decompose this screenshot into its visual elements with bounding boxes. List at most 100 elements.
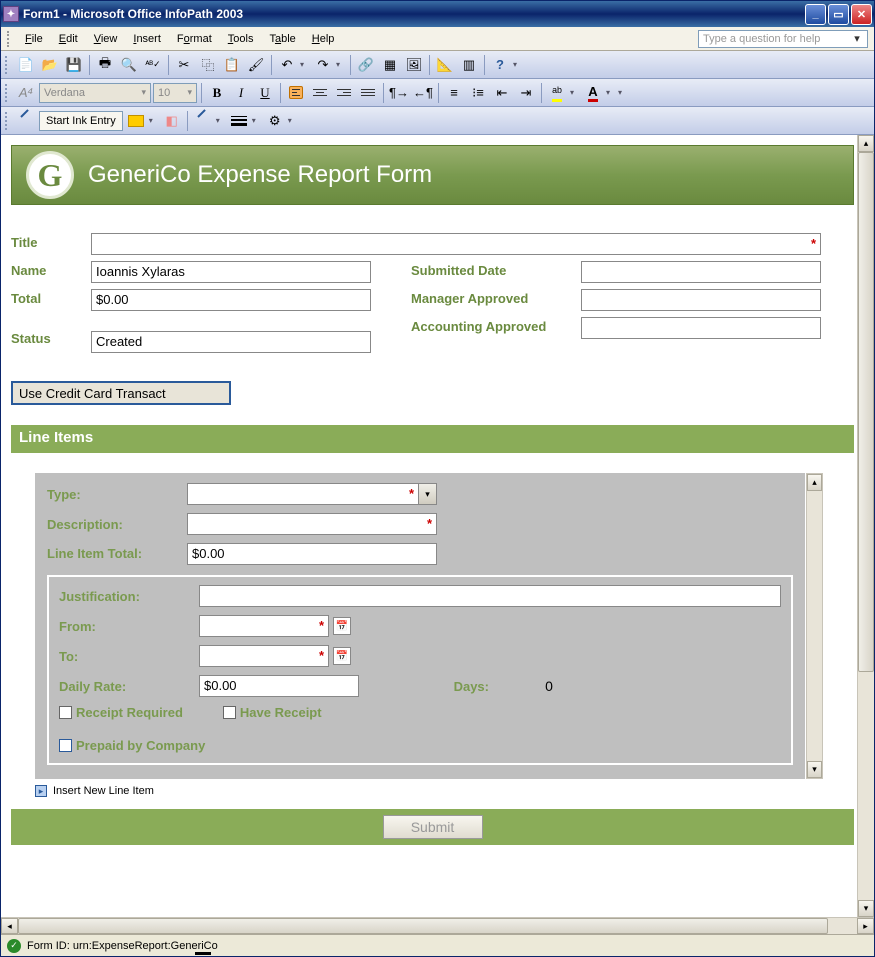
eraser-icon[interactable]: ◧ <box>161 110 183 132</box>
print-icon[interactable]: 🖶 <box>94 54 116 76</box>
rtl-button[interactable]: ←¶ <box>412 82 434 104</box>
toolbar-options-dropdown[interactable]: ▾ <box>513 60 523 69</box>
input-daily-rate[interactable]: $0.00 <box>199 675 359 697</box>
menubar-grip[interactable] <box>7 31 11 47</box>
toolbar-options-dropdown[interactable]: ▾ <box>618 88 628 97</box>
ink-options-icon[interactable]: ⚙ <box>264 110 286 132</box>
scroll-down-icon[interactable]: ▾ <box>807 761 822 778</box>
bold-button[interactable]: B <box>206 82 228 104</box>
task-pane-icon[interactable]: ▥ <box>458 54 480 76</box>
chevron-down-icon[interactable]: ▾ <box>851 32 863 45</box>
scroll-down-icon[interactable]: ▾ <box>858 900 874 917</box>
input-manager[interactable] <box>581 289 821 311</box>
scroll-thumb[interactable] <box>18 918 828 934</box>
design-mode-icon[interactable]: 📐 <box>434 54 456 76</box>
save-icon[interactable]: 💾 <box>63 54 85 76</box>
italic-button[interactable]: I <box>230 82 252 104</box>
input-submitted[interactable] <box>581 261 821 283</box>
print-preview-icon[interactable]: 🔍 <box>118 54 140 76</box>
checkbox-icon[interactable] <box>223 706 236 719</box>
copy-icon[interactable]: ⿻ <box>197 54 219 76</box>
calendar-icon[interactable]: 📅 <box>333 617 351 635</box>
spellcheck-icon[interactable]: ᴬᴮ✓ <box>142 54 164 76</box>
close-button[interactable]: ✕ <box>851 4 872 25</box>
calendar-icon[interactable]: 📅 <box>333 647 351 665</box>
open-icon[interactable]: 📂 <box>39 54 61 76</box>
insert-picture-icon[interactable]: 🖼 <box>403 54 425 76</box>
minimize-button[interactable]: _ <box>805 4 826 25</box>
insert-line-item-link[interactable]: ▸ Insert New Line Item <box>35 785 854 797</box>
help-search-box[interactable]: Type a question for help ▾ <box>698 30 868 48</box>
bullet-list-button[interactable]: ⁝≡ <box>467 82 489 104</box>
highlight-dd[interactable]: ▾ <box>149 116 159 125</box>
input-to-date[interactable]: * <box>199 645 329 667</box>
input-status[interactable]: Created <box>91 331 371 353</box>
insert-table-icon[interactable]: ▦ <box>379 54 401 76</box>
input-li-total[interactable]: $0.00 <box>187 543 437 565</box>
toolbar-options-dropdown[interactable]: ▾ <box>288 116 298 125</box>
menu-edit[interactable]: Edit <box>51 31 86 47</box>
new-icon[interactable]: 📄 <box>15 54 37 76</box>
menu-insert[interactable]: Insert <box>125 31 169 47</box>
chevron-down-icon[interactable]: ▾ <box>419 483 437 505</box>
numbered-list-button[interactable]: ≡ <box>443 82 465 104</box>
menu-table[interactable]: Table <box>261 31 303 47</box>
redo-dropdown[interactable]: ▾ <box>336 60 346 69</box>
scroll-left-icon[interactable]: ◂ <box>1 918 18 934</box>
font-color-button[interactable]: A <box>582 82 604 104</box>
align-right-button[interactable] <box>333 82 355 104</box>
lineitems-vscrollbar[interactable]: ▴ ▾ <box>806 473 823 779</box>
indent-button[interactable]: ⇥ <box>515 82 537 104</box>
input-accounting[interactable] <box>581 317 821 339</box>
redo-icon[interactable]: ↷ <box>312 54 334 76</box>
toolbar-grip[interactable] <box>5 112 9 130</box>
font-name-combo[interactable]: Verdana▾ <box>39 83 151 103</box>
start-ink-button[interactable]: Start Ink Entry <box>39 111 123 131</box>
toolbar-grip[interactable] <box>5 84 9 102</box>
outdent-button[interactable]: ⇤ <box>491 82 513 104</box>
input-description[interactable]: * <box>187 513 437 535</box>
input-total[interactable]: $0.00 <box>91 289 371 311</box>
input-type[interactable]: * ▾ <box>187 483 437 505</box>
menu-view[interactable]: View <box>86 31 126 47</box>
credit-card-button[interactable]: Use Credit Card Transact <box>11 381 231 405</box>
font-color-dropdown[interactable]: ▾ <box>606 88 616 97</box>
maximize-button[interactable]: ▭ <box>828 4 849 25</box>
checkbox-icon[interactable] <box>59 739 72 752</box>
canvas-hscrollbar[interactable]: ◂ ▸ <box>1 917 874 934</box>
menu-tools[interactable]: Tools <box>220 31 262 47</box>
input-title[interactable]: * <box>91 233 821 255</box>
check-have-receipt[interactable]: Have Receipt <box>223 705 322 720</box>
submit-button[interactable]: Submit <box>383 815 483 839</box>
highlight-dropdown[interactable]: ▾ <box>570 88 580 97</box>
scroll-thumb[interactable] <box>858 152 874 672</box>
help-icon[interactable]: ? <box>489 54 511 76</box>
line-weight-icon[interactable] <box>228 110 250 132</box>
undo-dropdown[interactable]: ▾ <box>300 60 310 69</box>
scroll-right-icon[interactable]: ▸ <box>857 918 874 934</box>
paste-icon[interactable]: 📋 <box>221 54 243 76</box>
font-size-combo[interactable]: 10▾ <box>153 83 197 103</box>
align-justify-button[interactable] <box>357 82 379 104</box>
ink-highlight-icon[interactable] <box>125 110 147 132</box>
input-justification[interactable] <box>199 585 781 607</box>
toolbar-grip[interactable] <box>5 56 9 74</box>
ink-color-icon[interactable] <box>192 110 214 132</box>
align-center-button[interactable] <box>309 82 331 104</box>
menu-format[interactable]: Format <box>169 31 220 47</box>
scroll-up-icon[interactable]: ▴ <box>858 135 874 152</box>
styles-icon[interactable]: A⁴ <box>15 82 37 104</box>
menu-help[interactable]: Help <box>304 31 343 47</box>
canvas-vscrollbar[interactable]: ▴ ▾ <box>857 135 874 917</box>
checkbox-icon[interactable] <box>59 706 72 719</box>
input-name[interactable]: Ioannis Xylaras <box>91 261 371 283</box>
format-painter-icon[interactable]: 🖌 <box>245 54 267 76</box>
input-from-date[interactable]: * <box>199 615 329 637</box>
check-receipt-required[interactable]: Receipt Required <box>59 705 183 720</box>
menu-file[interactable]: File <box>17 31 51 47</box>
underline-button[interactable]: U <box>254 82 276 104</box>
pen-icon[interactable] <box>15 110 37 132</box>
check-prepaid[interactable]: Prepaid by Company <box>59 738 205 753</box>
undo-icon[interactable]: ↶ <box>276 54 298 76</box>
highlight-button[interactable]: ᵃᵇ <box>546 82 568 104</box>
